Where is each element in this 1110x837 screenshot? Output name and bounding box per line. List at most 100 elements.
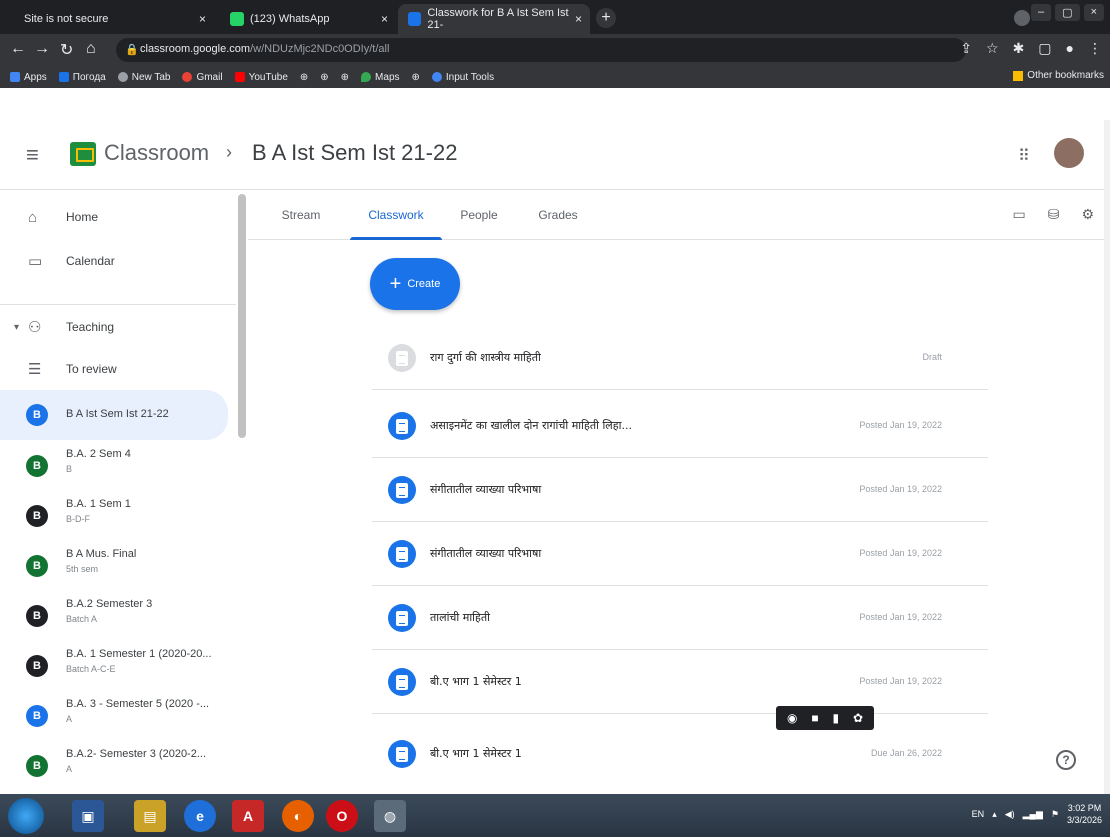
tab-grades[interactable]: Grades <box>530 190 586 240</box>
sidebar-scrollbar[interactable] <box>238 194 246 438</box>
bookmark-pogoda[interactable]: Погода <box>58 71 106 83</box>
sidebar-class-item[interactable]: B B.A. 1 Sem 1 B-D-F <box>0 492 228 540</box>
sidebar-item-calendar[interactable]: ▭ Calendar <box>0 240 228 282</box>
globe-icon[interactable]: ⊕ <box>341 72 349 83</box>
tray-arrow-icon[interactable]: ▴ <box>992 809 997 820</box>
classwork-item[interactable]: बी.ए भाग 1 सेमेस्टर 1 Due Jan 26, 2022 <box>372 724 988 786</box>
globe-icon[interactable]: ⊕ <box>412 72 420 83</box>
opera-icon[interactable]: O <box>326 800 358 832</box>
tab-stream[interactable]: Stream <box>274 190 328 240</box>
volume-icon[interactable]: ◀) <box>1005 809 1015 820</box>
address-bar[interactable]: 🔒 classroom.google.com/w/NDUzMjc2NDc0ODI… <box>116 38 966 62</box>
home-browser-icon[interactable]: ⌂ <box>86 40 96 58</box>
bookmark-star-icon[interactable]: ☆ <box>986 40 999 57</box>
share-icon[interactable]: ⇪ <box>960 40 972 57</box>
forward-icon[interactable]: → <box>34 40 50 58</box>
flag-icon[interactable]: ⚑ <box>1051 809 1059 820</box>
drive-folder-icon[interactable]: ⛁ <box>1048 206 1060 223</box>
sidebar-class-item[interactable]: B B.A. 1 Semester 1 (2020-20... Batch A-… <box>0 642 228 690</box>
chrome-icon[interactable]: ◍ <box>374 800 406 832</box>
camera-icon[interactable]: ◉ <box>787 711 797 725</box>
tab-classwork[interactable]: Classwork <box>350 190 442 240</box>
classwork-item[interactable]: असाइनमेंट का खालील दोन रागांची माहिती लि… <box>372 396 988 458</box>
sidebar-item-label: Teaching <box>66 320 115 334</box>
network-icon[interactable]: ▂▄▆ <box>1023 809 1043 820</box>
language-indicator[interactable]: EN <box>972 809 985 819</box>
settings-gear-icon[interactable]: ⚙ <box>1081 206 1094 223</box>
sidebar-class-item[interactable]: B B A Mus. Final 5th sem <box>0 542 228 590</box>
create-button[interactable]: + Create <box>370 258 460 310</box>
google-apps-icon[interactable]: ⠿ <box>1018 146 1030 166</box>
browser-tab-not-secure[interactable]: Site is not secure × <box>14 4 214 34</box>
clock[interactable]: 3:02 PM 3/3/2026 <box>1067 802 1102 826</box>
close-tab-icon[interactable]: × <box>381 12 388 26</box>
classwork-item[interactable]: तालांची माहिती Posted Jan 19, 2022 <box>372 588 988 650</box>
reload-icon[interactable]: ↻ <box>60 40 73 60</box>
browser-tab-classwork[interactable]: Classwork for B A Ist Sem Ist 21- × <box>398 4 590 34</box>
video-icon[interactable]: ■ <box>811 711 818 725</box>
classwork-item[interactable]: राग दुर्गा की शास्त्रीय माहिती Draft <box>372 328 988 390</box>
class-item-subtitle: A <box>66 714 73 724</box>
extensions-icon[interactable]: ✱ <box>1013 40 1025 57</box>
expand-arrow-icon[interactable]: ▾ <box>14 322 19 333</box>
calendar-icon[interactable]: ▭ <box>1012 206 1025 223</box>
maximize-button[interactable]: ▢ <box>1055 4 1080 21</box>
stop-icon[interactable]: ▮ <box>832 711 839 725</box>
bookmark-youtube[interactable]: YouTube <box>234 72 288 83</box>
help-icon[interactable]: ? <box>1056 750 1076 770</box>
classwork-item[interactable]: संगीतातील व्याख्या परिभाषा Posted Jan 19… <box>372 460 988 522</box>
page-scrollbar[interactable] <box>1104 120 1110 794</box>
bookmark-maps[interactable]: Maps <box>361 72 400 83</box>
classwork-title: असाइनमेंट का खालील दोन रागांची माहिती लि… <box>430 419 632 432</box>
firefox-icon[interactable]: ◐ <box>282 800 314 832</box>
classwork-meta: Due Jan 26, 2022 <box>870 748 942 758</box>
classwork-item[interactable]: संगीतातील व्याख्या परिभाषा Posted Jan 19… <box>372 524 988 586</box>
globe-icon[interactable]: ⊕ <box>320 72 328 83</box>
bookmark-apps[interactable]: Apps <box>10 72 47 83</box>
window-controls: – ▢ × <box>1031 4 1104 21</box>
file-manager-icon[interactable]: ▣ <box>72 800 104 832</box>
sidepanel-icon[interactable]: ▢ <box>1038 40 1051 57</box>
folder-icon[interactable]: ▤ <box>134 800 166 832</box>
avatar[interactable] <box>1054 138 1084 168</box>
other-bookmarks[interactable]: Other bookmarks <box>1013 70 1104 81</box>
classwork-item[interactable]: बी.ए भाग 1 सेमेस्टर 1 Posted Jan 19, 202… <box>372 652 988 714</box>
tab-people[interactable]: People <box>454 190 504 240</box>
sidebar-class-item[interactable]: B B A Ist Sem Ist 21-22 <box>0 390 228 440</box>
classwork-tools: ▭ ⛁ ⚙ <box>1012 206 1094 223</box>
sidebar-item-teaching[interactable]: ▾ ⚇ Teaching <box>0 306 228 348</box>
bookmark-gmail[interactable]: Gmail <box>182 72 223 83</box>
bookmark-new-tab[interactable]: New Tab <box>117 72 170 83</box>
clock-time: 3:02 PM <box>1067 803 1102 813</box>
back-icon[interactable]: ← <box>10 40 26 58</box>
app-title[interactable]: Classroom <box>104 140 209 166</box>
sidebar-class-item[interactable]: B B.A. 3 - Semester 5 (2020 -... A <box>0 692 228 740</box>
browser-tab-whatsapp[interactable]: (123) WhatsApp × <box>220 4 396 34</box>
new-tab-button[interactable]: + <box>596 8 616 28</box>
bookmark-input-tools[interactable]: Input Tools <box>431 72 494 83</box>
sidebar-class-item[interactable]: B B.A. 2 Sem 4 B <box>0 442 228 490</box>
close-tab-icon[interactable]: × <box>199 12 206 26</box>
bookmark-label: Погода <box>72 71 106 83</box>
menu-dots-icon[interactable]: ⋮ <box>1088 40 1102 57</box>
sidebar-item-home[interactable]: ⌂ Home <box>0 196 228 238</box>
pdf-reader-icon[interactable]: A <box>232 800 264 832</box>
close-tab-icon[interactable]: × <box>575 12 582 26</box>
apps-icon <box>10 72 20 82</box>
gear-icon[interactable]: ✿ <box>853 711 863 725</box>
start-button-icon[interactable] <box>8 798 44 834</box>
classroom-logo-icon[interactable] <box>70 142 96 166</box>
sidebar-item-to-review[interactable]: ☰ To review <box>0 348 228 390</box>
close-window-button[interactable]: × <box>1083 4 1104 21</box>
globe-icon[interactable]: ⊕ <box>300 72 308 83</box>
profile-icon[interactable]: ● <box>1066 40 1074 57</box>
sidebar-class-item[interactable]: B B.A.2- Semester 3 (2020-2... A <box>0 742 228 790</box>
hamburger-menu-icon[interactable]: ≡ <box>26 142 39 168</box>
classwork-meta: Posted Jan 19, 2022 <box>859 484 942 494</box>
windows-taskbar: ▣ ▤ e A ◐ O ◍ EN ▴ ◀) ▂▄▆ ⚑ 3:02 PM 3/3/… <box>0 794 1110 837</box>
minimize-button[interactable]: – <box>1031 4 1052 21</box>
assignment-icon <box>388 740 416 768</box>
internet-explorer-icon[interactable]: e <box>184 800 216 832</box>
sidebar-class-item[interactable]: B B.A.2 Semester 3 Batch A <box>0 592 228 640</box>
chrome-profile-icon[interactable] <box>1014 10 1030 26</box>
